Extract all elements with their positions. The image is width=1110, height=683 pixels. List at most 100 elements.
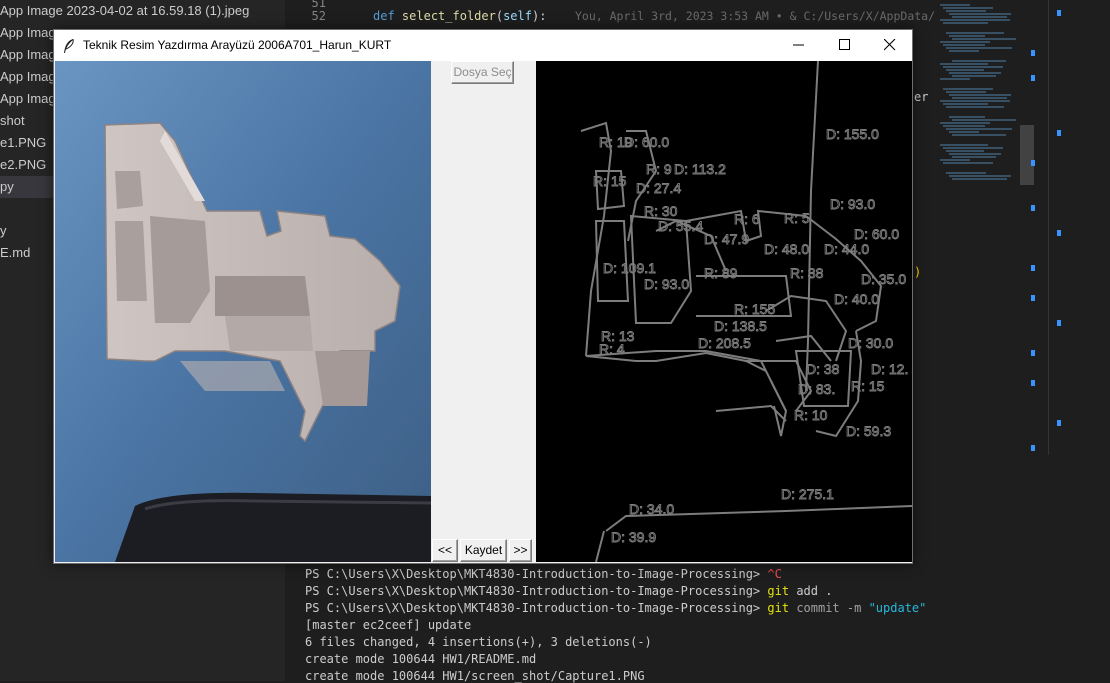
dimension-label: D: 208.5 <box>698 335 751 351</box>
explorer-item[interactable]: y <box>0 220 7 242</box>
minimize-button[interactable] <box>776 30 822 61</box>
scrollbar-marker <box>1031 205 1035 211</box>
minimap-line <box>949 72 1001 74</box>
dimension-label: R: 30 <box>644 203 678 219</box>
dimension-label: D: 109.1 <box>603 260 656 276</box>
minimap-line <box>943 88 993 90</box>
explorer-item[interactable]: App Imag <box>0 44 56 66</box>
explorer-item[interactable]: App Imag <box>0 22 56 44</box>
minimap-line <box>943 162 993 164</box>
dimension-label: R: 89 <box>704 265 738 281</box>
dimension-label: D: 27.4 <box>636 180 681 196</box>
scrollbar-marker <box>1031 160 1035 166</box>
dimension-label: D: 155.0 <box>826 126 879 142</box>
minimap-line <box>940 144 988 146</box>
terminal-output: [master ec2ceef] update <box>305 618 472 632</box>
dimension-label: D: 34.0 <box>629 501 674 517</box>
minimap-line <box>943 44 985 46</box>
minimap-line <box>946 106 1004 108</box>
dimension-label: R: 10 <box>794 407 828 423</box>
minimap-line <box>949 50 979 52</box>
minimap-line <box>946 150 984 152</box>
minimap-line <box>949 13 1011 15</box>
title-bar[interactable]: Teknik Resim Yazdırma Arayüzü 2006A701_H… <box>54 30 912 61</box>
source-image-panel <box>55 61 431 562</box>
minimap-line <box>940 159 970 161</box>
explorer-item[interactable]: App Image 2023-04-02 at 16.59.18 (1).jpe… <box>0 0 249 22</box>
minimap-line <box>949 131 979 133</box>
minimap-line <box>949 116 985 118</box>
code-line[interactable]: def select_folder(self): <box>373 9 546 23</box>
minimap-line <box>940 19 1010 21</box>
edge-drawing: R: 19D: 60.0 D: 155.0R: 9 D: 113.2R: 15 D: … <box>580 61 912 562</box>
minimap-line <box>946 69 984 71</box>
select-folder-button[interactable]: Dosya Seç <box>451 61 514 84</box>
dimension-label: D: 60.0 <box>624 134 669 150</box>
dimension-label: D: 93.0 <box>644 276 689 292</box>
dimension-label: D: 113.2 <box>674 161 726 177</box>
explorer-item[interactable]: App Imag <box>0 88 56 110</box>
profile-photo <box>55 61 431 562</box>
dimension-label: D: 12. <box>871 361 908 377</box>
minimap-line <box>952 97 1007 99</box>
terminal-line: PS C:\Users\X\Desktop\MKT4830-Introducti… <box>305 601 927 615</box>
minimap-line <box>952 119 1016 121</box>
scrollbar-marker <box>1031 380 1035 386</box>
minimap-line <box>943 7 993 9</box>
explorer-item[interactable]: E.md <box>0 242 30 264</box>
prev-button[interactable]: << <box>432 539 458 562</box>
explorer-item[interactable]: e1.PNG <box>0 132 46 154</box>
line-number: 52 <box>311 9 326 23</box>
feather-icon <box>64 38 74 53</box>
dimension-label: D: 38 <box>806 361 840 377</box>
minimap-line <box>940 122 990 124</box>
next-button[interactable]: >> <box>509 539 532 562</box>
scrollbar-marker <box>1057 10 1061 16</box>
minimap-line <box>940 78 970 80</box>
minimap-slider[interactable] <box>1020 125 1034 185</box>
minimap-line <box>952 75 996 77</box>
maximize-button[interactable] <box>822 30 868 61</box>
dimension-label: R: 15 <box>851 378 885 394</box>
dimension-label: D: 44.0 <box>824 241 869 257</box>
minimap-line <box>946 10 986 12</box>
dimension-label: D: 47.9 <box>704 231 749 247</box>
dimension-label: R: 38 <box>790 265 824 281</box>
terminal-panel[interactable]: PS C:\Users\X\Desktop\MKT4830-Introducti… <box>285 560 1110 683</box>
explorer-item[interactable]: e2.PNG <box>0 154 46 176</box>
terminal-output: create mode 100644 HW1/README.md <box>305 652 537 666</box>
dimension-label: D: 39.9 <box>611 529 656 545</box>
minimap-line <box>952 38 1016 40</box>
code-fragment: er <box>914 90 929 104</box>
scrollbar-marker <box>1057 420 1061 426</box>
minimap-line <box>943 103 988 105</box>
terminal-line: PS C:\Users\X\Desktop\MKT4830-Introducti… <box>305 584 833 598</box>
dimension-label: D: 275.1 <box>781 486 834 502</box>
minimap-line <box>946 128 1012 130</box>
dimension-label: D: 93.0 <box>830 196 875 212</box>
editor-divider <box>1048 0 1049 455</box>
terminal-output: 6 files changed, 4 insertions(+), 3 dele… <box>305 635 652 649</box>
minimap-line <box>952 134 1006 136</box>
dimension-label: R: 6 <box>734 211 760 227</box>
minimap-line <box>946 172 986 174</box>
minimap-line <box>943 66 1003 68</box>
code-fragment-paren: ) <box>914 265 922 279</box>
maximize-icon <box>839 39 850 50</box>
scrollbar-marker <box>1057 130 1061 136</box>
dimension-label: D: 48.0 <box>764 241 809 257</box>
explorer-item[interactable]: shot <box>0 110 25 132</box>
window-title: Teknik Resim Yazdırma Arayüzü 2006A701_H… <box>83 38 392 52</box>
git-blame-annotation: You, April 3rd, 2023 3:53 AM • & C:/User… <box>575 9 942 23</box>
close-button[interactable] <box>867 30 913 61</box>
minimap-line <box>952 60 1006 62</box>
arg: self <box>503 9 532 23</box>
save-button[interactable]: Kaydet <box>460 539 507 562</box>
function-name: select_folder <box>401 9 496 23</box>
explorer-item[interactable]: App Imag <box>0 66 56 88</box>
minimap-line <box>946 47 1012 49</box>
dimension-label: D: 60.0 <box>854 226 899 242</box>
keyword: def <box>373 9 395 23</box>
scrollbar-marker <box>1057 320 1061 326</box>
dimension-label: R: 155 <box>734 301 775 317</box>
